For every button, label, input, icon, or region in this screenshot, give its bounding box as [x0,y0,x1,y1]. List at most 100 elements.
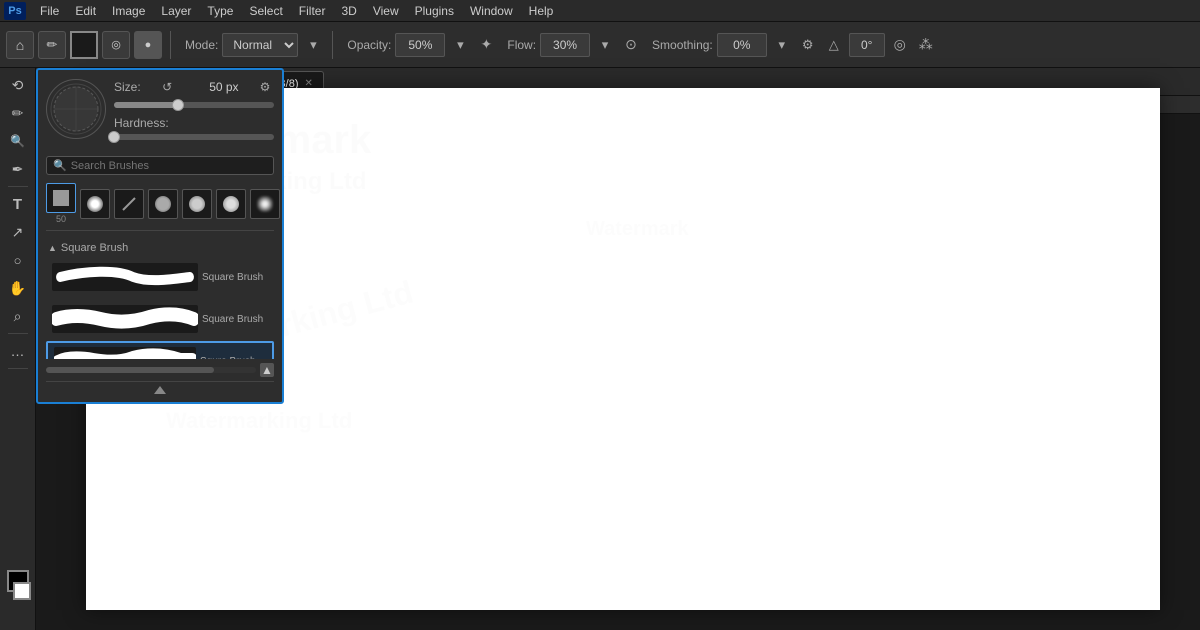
menu-plugins[interactable]: Plugins [407,2,462,20]
horizontal-scrollbar[interactable] [46,367,214,373]
hardness-row: Hardness: [114,116,274,130]
hardness-slider-thumb[interactable] [108,131,120,143]
color-swatch[interactable] [70,31,98,59]
left-panel: ⟲ ✏ 🔍 ✒ T ↗ ○ ✋ ⌕ … [0,68,36,630]
size-settings-btn[interactable]: ⚙ [256,78,274,96]
brush-stroke-3 [54,347,196,359]
menu-layer[interactable]: Layer [153,2,199,20]
watermark-4: Watermarking Ltd [166,408,352,434]
left-sep-3 [8,368,28,369]
size-slider-track[interactable] [114,102,274,108]
left-tool-more[interactable]: … [5,338,31,364]
brush-types-row: 50 [46,183,274,231]
brush-item-2-name: Square Brush [198,314,268,325]
brush-group-1-name: Square Brush [61,242,128,254]
toolbar-sep-1 [170,31,171,59]
left-tool-pencil[interactable]: ✏ [5,100,31,126]
scroll-up-btn[interactable]: ▲ [260,363,274,377]
mode-dropdown[interactable]: Normal Multiply Screen Overlay [222,33,298,57]
size-row: Size: ↺ 50 px ⚙ [114,78,274,96]
size-reset-btn[interactable]: ↺ [158,78,176,96]
brush-type-soft[interactable] [80,189,110,219]
left-tool-ellipse[interactable]: ○ [5,247,31,273]
popup-collapse-btn[interactable] [154,386,166,394]
mode-arrow-icon[interactable]: ▾ [302,34,324,56]
left-tool-eyedropper[interactable]: ✒ [5,156,31,182]
angle-icon[interactable]: △ [823,34,845,56]
menu-help[interactable]: Help [521,2,562,20]
menu-view[interactable]: View [365,2,407,20]
smoothing-arrow-icon[interactable]: ▾ [771,34,793,56]
menu-image[interactable]: Image [104,2,153,20]
toggle-brush-button[interactable]: ● [134,31,162,59]
menu-filter[interactable]: Filter [291,2,334,20]
settings-icon[interactable]: ⚙ [797,34,819,56]
menu-file[interactable]: File [32,2,67,20]
menu-type[interactable]: Type [199,2,241,20]
flow-label: Flow: [507,38,536,52]
left-tool-search[interactable]: 🔍 [5,128,31,154]
toolbar-sep-2 [332,31,333,59]
menu-3d[interactable]: 3D [333,2,364,20]
flow-toggle-icon[interactable]: ⊙ [620,34,642,56]
hardness-slider-track[interactable] [114,134,274,140]
search-input[interactable] [71,160,267,172]
brush-popup: Size: ↺ 50 px ⚙ Hardness: [36,68,284,404]
brush-stroke-2 [52,305,198,333]
left-sep-1 [8,186,28,187]
watermark-5: Watermark [586,218,689,241]
left-sep-2 [8,333,28,334]
menu-edit[interactable]: Edit [67,2,104,20]
brush-group-1-label: ▲ Square Brush [46,239,274,257]
bg-color-swatch[interactable] [13,582,31,600]
brush-type-hard2[interactable] [182,189,212,219]
brush-list: ▲ Square Brush Square Brush Square Brush [46,239,274,359]
left-tool-path[interactable]: ↗ [5,219,31,245]
mode-label: Mode: [185,38,218,52]
smoothing-label: Smoothing: [652,38,713,52]
search-row: 🔍 [46,156,274,175]
angle-input[interactable] [849,33,885,57]
smoothing-input[interactable] [717,33,767,57]
left-tool-brush[interactable]: ⟲ [5,72,31,98]
brush-type-square-label: 50 [56,214,66,224]
home-button[interactable]: ⌂ [6,31,34,59]
brush-item-2[interactable]: Square Brush [46,299,274,339]
left-tool-zoom[interactable]: ⌕ [5,303,31,329]
menu-select[interactable]: Select [241,2,290,20]
search-icon: 🔍 [53,159,67,172]
brush-item-3-name: Squre Brush [196,356,266,360]
brush-stroke-1 [52,263,198,291]
opacity-label: Opacity: [347,38,391,52]
brush-item-1-name: Square Brush [198,272,268,283]
flow-input[interactable] [540,33,590,57]
left-tool-text[interactable]: T [5,191,31,217]
brush-preview [46,79,106,139]
size-slider-fill [114,102,178,108]
brush-type-pen[interactable] [114,189,144,219]
brush-item-3[interactable]: Squre Brush [46,341,274,359]
airbrush-icon[interactable]: ✦ [475,34,497,56]
toggle-erase-button[interactable]: ◎ [102,31,130,59]
opacity-arrow-icon[interactable]: ▾ [449,34,471,56]
brush-item-1[interactable]: Square Brush [46,257,274,297]
symmetry-icon[interactable]: ⁂ [915,34,937,56]
flow-arrow-icon[interactable]: ▾ [594,34,616,56]
opacity-input[interactable] [395,33,445,57]
left-tool-hand[interactable]: ✋ [5,275,31,301]
brush-type-hard1[interactable] [148,189,178,219]
size-label: Size: [114,80,141,94]
size-value: 50 px [194,80,239,94]
popup-footer [46,381,274,394]
menu-bar: Ps File Edit Image Layer Type Select Fil… [0,0,1200,22]
target-icon[interactable]: ◎ [889,34,911,56]
ps-logo: Ps [4,2,26,20]
brush-type-hard3[interactable] [216,189,246,219]
brush-tool-button[interactable]: ✏ [38,31,66,59]
hardness-label: Hardness: [114,116,169,130]
size-slider-thumb[interactable] [172,99,184,111]
brush-type-scatter[interactable] [250,189,280,219]
toolbar: ⌂ ✏ ◎ ● Mode: Normal Multiply Screen Ove… [0,22,1200,68]
brush-type-square[interactable] [46,183,76,213]
menu-window[interactable]: Window [462,2,521,20]
